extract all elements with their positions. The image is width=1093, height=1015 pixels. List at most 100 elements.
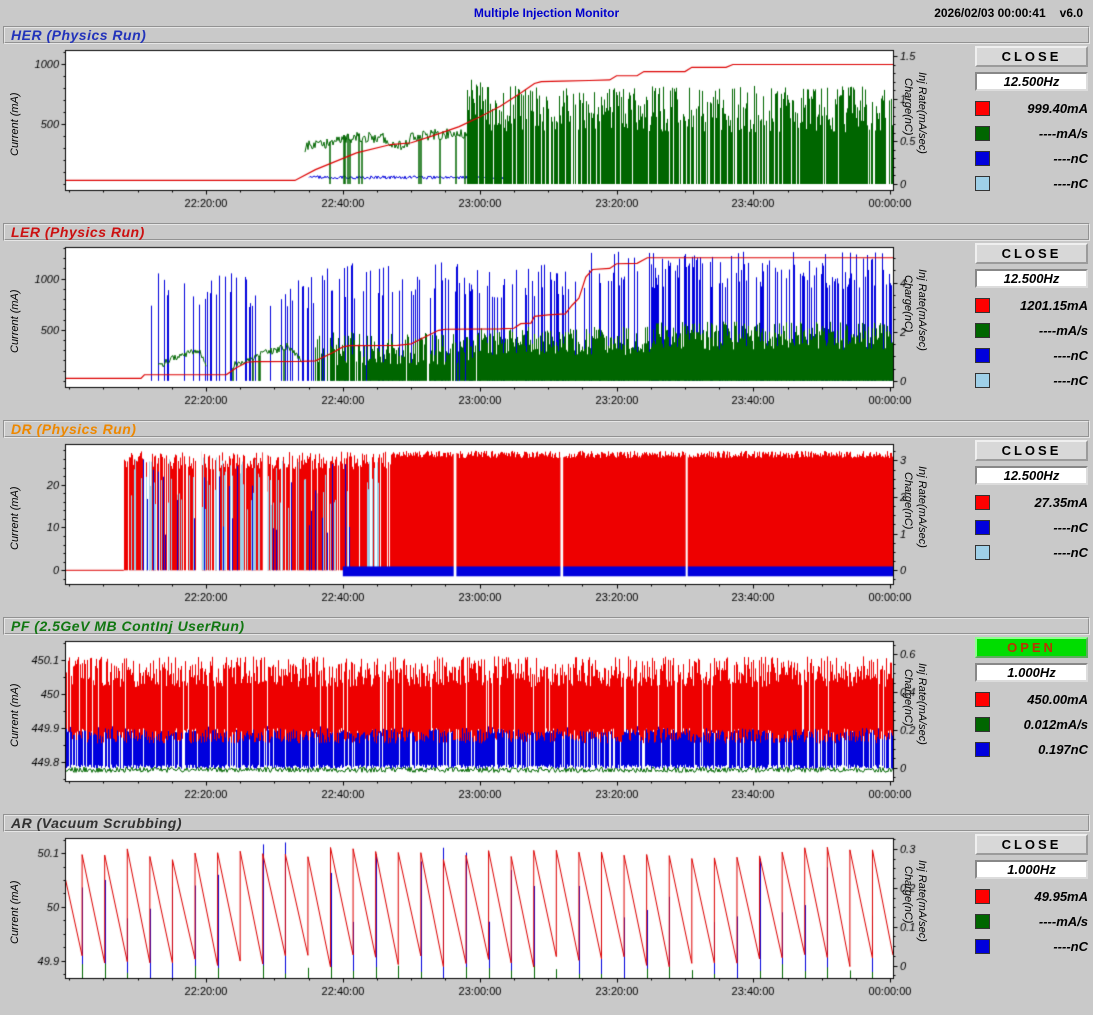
panel-title-bar: AR (Vacuum Scrubbing) — [3, 814, 1090, 832]
legend-color-swatch — [975, 914, 990, 929]
legend-value: 0.197nC — [1038, 742, 1088, 757]
right-axis-label-charge: Charge(nC) — [902, 669, 914, 726]
shutter-status-button[interactable]: OPEN — [975, 637, 1088, 658]
right-axis-label-rate: Inj Rate(mA/sec) — [916, 663, 928, 745]
legend-value: 1201.15mA — [1020, 298, 1088, 313]
legend-row: 49.95mA — [975, 889, 1088, 904]
side-panel: CLOSE 12.500Hz 999.40mA ----mA/s ----nC — [975, 46, 1088, 191]
shutter-status-button[interactable]: CLOSE — [975, 834, 1088, 855]
panel-body: Current (mA) Charge(nC) Inj Rate(mA/sec)… — [3, 635, 1090, 813]
legend-value: ----nC — [1053, 348, 1088, 363]
panel-title: HER (Physics Run) — [11, 27, 146, 43]
app-title: Multiple Injection Monitor — [0, 6, 1093, 20]
frequency-display: 12.500Hz — [975, 466, 1088, 485]
frequency-display: 12.500Hz — [975, 269, 1088, 288]
legend-value: ----nC — [1053, 545, 1088, 560]
strip-chart-dr — [21, 438, 926, 610]
legend-row: 450.00mA — [975, 692, 1088, 707]
frequency-display: 12.500Hz — [975, 72, 1088, 91]
legend-value: 27.35mA — [1035, 495, 1088, 510]
panel-title-bar: LER (Physics Run) — [3, 223, 1090, 241]
legend-value: ----mA/s — [1039, 323, 1088, 338]
legend-color-swatch — [975, 323, 990, 338]
legend: 27.35mA ----nC ----nC — [975, 495, 1088, 560]
legend-color-swatch — [975, 176, 990, 191]
y-axis-label: Current (mA) — [9, 92, 21, 156]
shutter-status-button[interactable]: CLOSE — [975, 440, 1088, 461]
legend-color-swatch — [975, 520, 990, 535]
legend-row: ----nC — [975, 373, 1088, 388]
legend-value: 999.40mA — [1027, 101, 1088, 116]
legend-color-swatch — [975, 692, 990, 707]
legend-row: ----mA/s — [975, 323, 1088, 338]
panel-title-bar: DR (Physics Run) — [3, 420, 1090, 438]
legend-row: 1201.15mA — [975, 298, 1088, 313]
header-info: 2026/02/03 00:00:41 v6.0 — [934, 6, 1083, 20]
legend-color-swatch — [975, 348, 990, 363]
legend-row: 0.197nC — [975, 742, 1088, 757]
frequency-display: 1.000Hz — [975, 860, 1088, 879]
right-axis-label-rate: Inj Rate(mA/sec) — [916, 269, 928, 351]
legend-row: ----nC — [975, 151, 1088, 166]
legend-color-swatch — [975, 717, 990, 732]
legend-row: ----nC — [975, 939, 1088, 954]
panel-title-bar: PF (2.5GeV MB ContInj UserRun) — [3, 617, 1090, 635]
legend-value: ----mA/s — [1039, 914, 1088, 929]
panel-body: Current (mA) Charge(nC) Inj Rate(mA/sec)… — [3, 44, 1090, 222]
version: v6.0 — [1060, 6, 1083, 20]
strip-chart-ar — [21, 832, 926, 1004]
legend-row: 27.35mA — [975, 495, 1088, 510]
legend: 450.00mA 0.012mA/s 0.197nC — [975, 692, 1088, 757]
y-axis-label: Current (mA) — [9, 880, 21, 944]
legend-row: ----mA/s — [975, 914, 1088, 929]
frequency-display: 1.000Hz — [975, 663, 1088, 682]
legend-row: ----mA/s — [975, 126, 1088, 141]
right-axis-label-charge: Charge(nC) — [902, 275, 914, 332]
legend-color-swatch — [975, 889, 990, 904]
legend-color-swatch — [975, 298, 990, 313]
legend-color-swatch — [975, 373, 990, 388]
legend-row: ----nC — [975, 176, 1088, 191]
side-panel: CLOSE 1.000Hz 49.95mA ----mA/s ----nC — [975, 834, 1088, 954]
panel-title: PF (2.5GeV MB ContInj UserRun) — [11, 618, 245, 634]
panel-body: Current (mA) Charge(nC) Inj Rate(mA/sec)… — [3, 832, 1090, 1010]
right-axis-label-rate: Inj Rate(mA/sec) — [916, 72, 928, 154]
legend-color-swatch — [975, 151, 990, 166]
y-axis-label: Current (mA) — [9, 683, 21, 747]
strip-chart-her — [21, 44, 926, 216]
legend: 49.95mA ----mA/s ----nC — [975, 889, 1088, 954]
right-axis-label-rate: Inj Rate(mA/sec) — [916, 466, 928, 548]
panel-body: Current (mA) Charge(nC) Inj Rate(mA/sec)… — [3, 438, 1090, 616]
panel-her: HER (Physics Run) Current (mA) Charge(nC… — [3, 26, 1090, 222]
panel-title-bar: HER (Physics Run) — [3, 26, 1090, 44]
legend-color-swatch — [975, 126, 990, 141]
legend-value: ----nC — [1053, 520, 1088, 535]
side-panel: CLOSE 12.500Hz 27.35mA ----nC ----nC — [975, 440, 1088, 560]
right-axis-label-charge: Charge(nC) — [902, 472, 914, 529]
panel-dr: DR (Physics Run) Current (mA) Charge(nC)… — [3, 420, 1090, 616]
datetime: 2026/02/03 00:00:41 — [934, 6, 1045, 20]
legend: 1201.15mA ----mA/s ----nC ----nC — [975, 298, 1088, 388]
panel-title: LER (Physics Run) — [11, 224, 145, 240]
legend-row: ----nC — [975, 520, 1088, 535]
right-axis-label-charge: Charge(nC) — [902, 866, 914, 923]
legend-value: ----nC — [1053, 939, 1088, 954]
right-axis-label-rate: Inj Rate(mA/sec) — [916, 860, 928, 942]
shutter-status-button[interactable]: CLOSE — [975, 46, 1088, 67]
legend-color-swatch — [975, 101, 990, 116]
right-axis-label-charge: Charge(nC) — [902, 78, 914, 135]
panel-ler: LER (Physics Run) Current (mA) Charge(nC… — [3, 223, 1090, 419]
legend-color-swatch — [975, 545, 990, 560]
multiple-injection-monitor: { "header": { "title": "Multiple Injecti… — [0, 0, 1093, 1015]
legend-row: 0.012mA/s — [975, 717, 1088, 732]
side-panel: OPEN 1.000Hz 450.00mA 0.012mA/s 0.197nC — [975, 637, 1088, 757]
header: Multiple Injection Monitor 2026/02/03 00… — [0, 0, 1093, 26]
side-panel: CLOSE 12.500Hz 1201.15mA ----mA/s ----nC — [975, 243, 1088, 388]
legend-row: ----nC — [975, 545, 1088, 560]
legend-row: 999.40mA — [975, 101, 1088, 116]
legend: 999.40mA ----mA/s ----nC ----nC — [975, 101, 1088, 191]
legend-value: 450.00mA — [1027, 692, 1088, 707]
shutter-status-button[interactable]: CLOSE — [975, 243, 1088, 264]
legend-value: ----mA/s — [1039, 126, 1088, 141]
panel-title: AR (Vacuum Scrubbing) — [11, 815, 182, 831]
